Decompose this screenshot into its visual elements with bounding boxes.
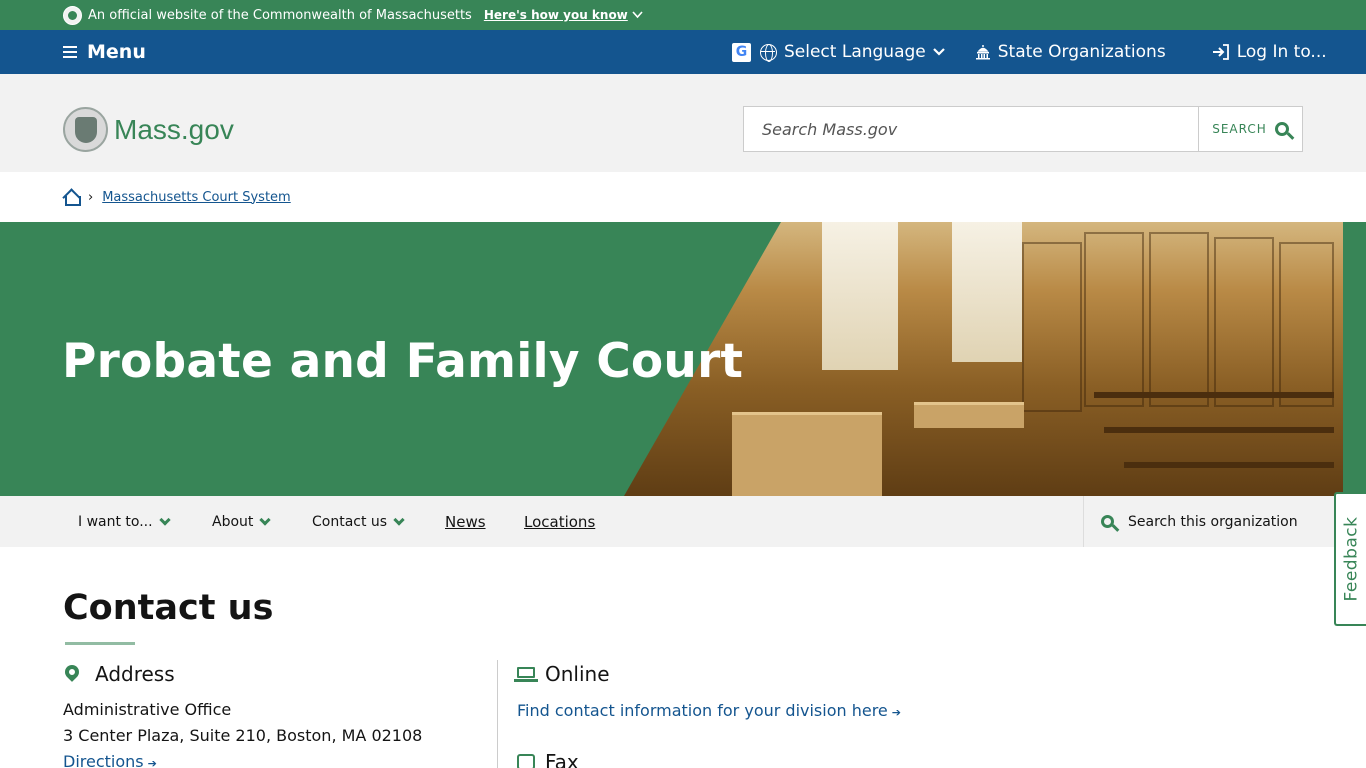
directions-label: Directions bbox=[63, 752, 144, 768]
search-icon bbox=[1274, 122, 1289, 136]
site-header: Mass.gov SEARCH bbox=[0, 74, 1366, 172]
laptop-icon bbox=[514, 666, 538, 682]
contact-heading: Contact us bbox=[63, 588, 274, 628]
org-nav-link-label: News bbox=[445, 512, 486, 531]
login-icon bbox=[1212, 44, 1229, 60]
organization-nav: I want to... About Contact us News Locat… bbox=[0, 496, 1366, 547]
hero-edge bbox=[1343, 222, 1366, 496]
seal-icon bbox=[63, 5, 82, 25]
org-nav-label: Contact us bbox=[312, 513, 388, 530]
hero-banner: Probate and Family Court bbox=[0, 222, 1366, 496]
heading-underline bbox=[65, 642, 135, 645]
search-icon bbox=[1101, 515, 1114, 528]
chevron-down-icon bbox=[393, 513, 405, 526]
feedback-tab[interactable]: Feedback bbox=[1334, 492, 1366, 626]
column-divider bbox=[497, 660, 498, 768]
search-organization-label: Search this organization bbox=[1128, 513, 1298, 530]
org-nav-contact-us[interactable]: Contact us bbox=[312, 496, 405, 547]
seal-icon bbox=[63, 107, 108, 152]
chevron-down-icon bbox=[632, 11, 643, 19]
online-contact-label: Find contact information for your divisi… bbox=[517, 701, 888, 720]
google-translate-icon: G bbox=[732, 42, 751, 62]
org-nav-link-label: Locations bbox=[524, 512, 596, 531]
official-banner-text: An official website of the Commonwealth … bbox=[88, 7, 472, 23]
menu-label: Menu bbox=[87, 41, 146, 63]
mass-gov-logo[interactable]: Mass.gov bbox=[63, 107, 234, 152]
arrow-right-icon: ➔ bbox=[891, 706, 901, 719]
page-title: Probate and Family Court bbox=[62, 334, 744, 389]
chevron-down-icon bbox=[259, 513, 272, 526]
org-nav-label: About bbox=[212, 513, 254, 530]
search-input[interactable] bbox=[744, 107, 1198, 151]
org-nav-i-want-to[interactable]: I want to... bbox=[78, 496, 171, 547]
address-line-1: Administrative Office bbox=[63, 700, 232, 719]
log-in-label: Log In to... bbox=[1236, 42, 1327, 62]
capitol-icon bbox=[975, 45, 990, 60]
log-in-button[interactable]: Log In to... bbox=[1212, 42, 1327, 62]
chevron-down-icon bbox=[932, 48, 945, 56]
utility-nav-right: G Select Language State Organizations Lo… bbox=[732, 30, 1327, 74]
search-organization-button[interactable]: Search this organization bbox=[1083, 496, 1323, 547]
site-search: SEARCH bbox=[743, 106, 1303, 152]
chevron-down-icon bbox=[158, 513, 171, 526]
fax-heading: Fax bbox=[517, 750, 579, 768]
fax-heading-label: Fax bbox=[545, 750, 579, 768]
search-button[interactable]: SEARCH bbox=[1198, 107, 1302, 151]
online-heading-label: Online bbox=[545, 662, 610, 686]
state-organizations-button[interactable]: State Organizations bbox=[975, 42, 1166, 62]
address-heading-label: Address bbox=[95, 662, 175, 686]
logo-text: Mass.gov bbox=[114, 113, 234, 145]
globe-icon bbox=[760, 43, 777, 62]
state-organizations-label: State Organizations bbox=[997, 42, 1166, 62]
online-heading: Online bbox=[514, 662, 610, 686]
menu-button[interactable]: Menu bbox=[63, 30, 146, 74]
address-line-2: 3 Center Plaza, Suite 210, Boston, MA 02… bbox=[63, 726, 423, 745]
breadcrumb: › Massachusetts Court System bbox=[63, 172, 291, 222]
hamburger-icon bbox=[63, 46, 77, 58]
feedback-label: Feedback bbox=[1341, 516, 1361, 602]
map-pin-icon bbox=[62, 662, 82, 682]
how-you-know-label: Here's how you know bbox=[483, 8, 628, 22]
breadcrumb-link[interactable]: Massachusetts Court System bbox=[102, 190, 291, 205]
utility-nav: Menu G Select Language State Organizatio… bbox=[0, 30, 1366, 74]
directions-link[interactable]: Directions ➔ bbox=[63, 752, 157, 768]
org-nav-locations[interactable]: Locations bbox=[524, 496, 595, 547]
address-heading: Address bbox=[62, 662, 175, 686]
how-you-know-toggle[interactable]: Here's how you know bbox=[484, 8, 643, 22]
arrow-right-icon: ➔ bbox=[147, 757, 157, 768]
org-nav-label: I want to... bbox=[78, 513, 153, 530]
search-button-label: SEARCH bbox=[1212, 122, 1267, 136]
org-nav-news[interactable]: News bbox=[445, 496, 486, 547]
fax-icon bbox=[517, 754, 535, 768]
home-icon[interactable] bbox=[63, 190, 81, 206]
online-contact-link[interactable]: Find contact information for your divisi… bbox=[517, 701, 901, 720]
select-language-button[interactable]: Select Language bbox=[760, 42, 945, 62]
official-banner: An official website of the Commonwealth … bbox=[0, 0, 1366, 30]
org-nav-about[interactable]: About bbox=[212, 496, 272, 547]
chevron-right-icon: › bbox=[88, 189, 94, 205]
select-language-label: Select Language bbox=[784, 42, 926, 62]
